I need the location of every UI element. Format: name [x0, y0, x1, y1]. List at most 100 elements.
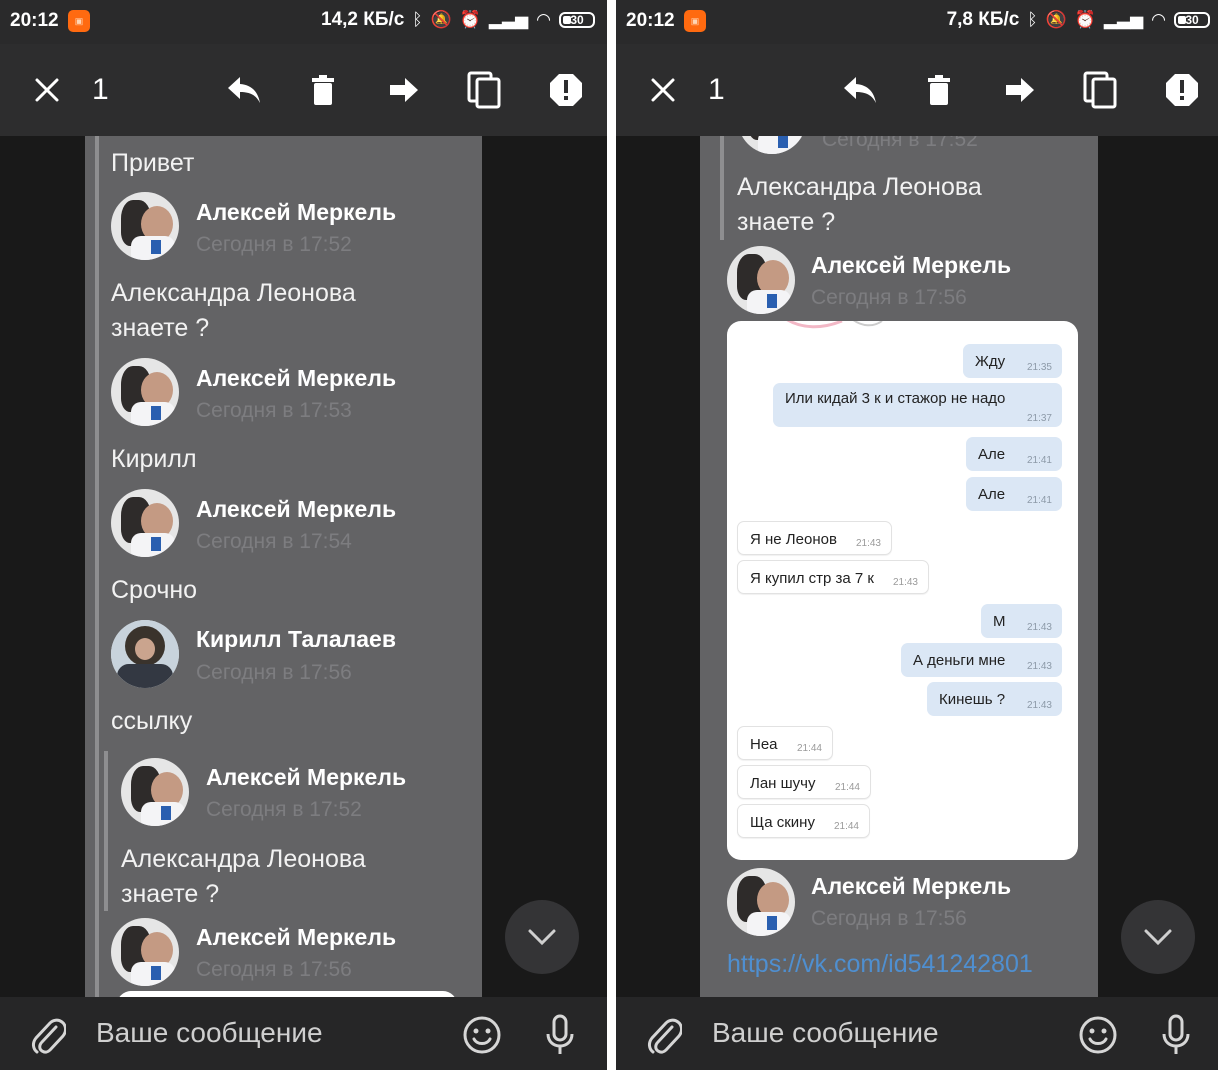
author-name[interactable]: Алексей Меркель	[196, 199, 396, 226]
phone-screen-right: 20:12 ▣ 7,8 КБ/с ᛒ 🔕 ⏰ ▂▃▅ ◠ 30 1 Сегодн…	[616, 0, 1218, 1070]
forward-icon[interactable]	[386, 70, 422, 110]
outgoing-bubble: Але 21:41	[966, 477, 1062, 511]
network-speed: 14,2 КБ/с	[321, 9, 405, 30]
avatar[interactable]	[121, 758, 189, 826]
author-name[interactable]: Алексей Меркель	[196, 924, 396, 951]
avatar[interactable]	[727, 246, 795, 314]
signal-icon: ▂▃▅	[488, 10, 529, 29]
close-icon[interactable]	[30, 70, 64, 110]
message-text-line1: Александра Леонова	[737, 173, 982, 201]
avatar[interactable]	[111, 620, 179, 688]
report-icon[interactable]	[548, 70, 584, 110]
delete-icon[interactable]	[306, 70, 340, 110]
microphone-icon[interactable]	[540, 1014, 580, 1055]
bubble-text: Але	[978, 486, 1006, 503]
outgoing-bubble: Але 21:41	[966, 437, 1062, 471]
message-input[interactable]: Ваше сообщение	[712, 1017, 939, 1049]
message-date: Сегодня в 17:52	[206, 798, 362, 821]
battery-icon: 30	[559, 12, 595, 28]
selection-toolbar: 1	[0, 44, 607, 136]
delete-icon[interactable]	[922, 70, 956, 110]
microphone-icon[interactable]	[1156, 1014, 1196, 1055]
selected-count: 1	[708, 73, 725, 106]
bubble-text: Я не Леонов	[750, 531, 837, 548]
copy-icon[interactable]	[1082, 70, 1118, 110]
author-name[interactable]: Алексей Меркель	[811, 873, 1011, 900]
incoming-bubble: Ща скину 21:44	[737, 804, 870, 838]
author-name[interactable]: Алексей Меркель	[196, 496, 396, 523]
outgoing-bubble: Или кидай 3 к и стажор не надо 21:37	[773, 383, 1062, 427]
attach-icon[interactable]	[644, 1015, 684, 1055]
avatar[interactable]	[111, 192, 179, 260]
message-date: Сегодня в 17:52	[196, 233, 352, 256]
reply-icon[interactable]	[840, 70, 880, 110]
author-name[interactable]: Кирилл Талалаев	[196, 626, 396, 653]
message-date: Сегодня в 17:53	[196, 399, 352, 422]
bubble-text: М	[993, 613, 1006, 630]
profile-link[interactable]: https://vk.com/id541242801	[727, 950, 1033, 979]
bubble-text: Жду	[975, 353, 1006, 370]
message-input[interactable]: Ваше сообщение	[96, 1017, 323, 1049]
report-icon[interactable]	[1164, 70, 1200, 110]
message-date: Сегодня в 17:56	[196, 958, 352, 981]
forwarded-messages-card[interactable]: Сегодня в 17:52 Александра Леонова знает…	[700, 136, 1098, 997]
bubble-text: Или кидай 3 к и стажор не надо	[785, 390, 1006, 407]
avatar[interactable]	[111, 358, 179, 426]
reply-icon[interactable]	[224, 70, 264, 110]
message-input-bar: Ваше сообщение	[0, 997, 607, 1070]
wifi-icon: ◠	[536, 10, 551, 29]
forward-icon[interactable]	[1002, 70, 1038, 110]
bluetooth-icon: ᛒ	[1027, 10, 1038, 29]
bubble-time: 21:44	[834, 782, 860, 793]
message-list[interactable]: Привет Алексей Меркель Сегодня в 17:52 А…	[0, 136, 607, 997]
bubble-text: Я купил стр за 7 к	[750, 570, 874, 587]
message-date: Сегодня в 17:56	[811, 286, 967, 309]
bubble-text: Але	[978, 446, 1006, 463]
bubble-text: Лан шучу	[750, 775, 816, 792]
wifi-icon: ◠	[1151, 10, 1166, 29]
message-text-line2: знаете ?	[111, 314, 210, 342]
bubble-text: Ща скину	[750, 814, 815, 831]
bubble-time: 21:44	[796, 743, 822, 754]
avatar[interactable]	[111, 918, 179, 986]
message-text-line2: знаете ?	[121, 880, 220, 908]
scroll-down-button[interactable]	[505, 900, 579, 974]
message-text: ссылку	[111, 707, 193, 735]
avatar[interactable]	[111, 489, 179, 557]
phone-screen-left: 20:12 ▣ 14,2 КБ/с ᛒ 🔕 ⏰ ▂▃▅ ◠ 30 1 Приве…	[0, 0, 607, 1070]
bubble-time: 21:43	[855, 538, 881, 549]
attached-screenshot[interactable]: Жду 21:35 Или кидай 3 к и стажор не надо 21…	[727, 321, 1078, 860]
nested-quote-bar	[104, 751, 108, 911]
signal-icon: ▂▃▅	[1103, 10, 1144, 29]
outgoing-bubble: М 21:43	[981, 604, 1062, 638]
message-list[interactable]: Сегодня в 17:52 Александра Леонова знает…	[616, 136, 1218, 997]
message-date: Сегодня в 17:52	[822, 136, 978, 151]
bubble-time: 21:37	[1026, 413, 1052, 424]
status-time: 20:12	[10, 10, 59, 31]
selected-count: 1	[92, 73, 109, 106]
attach-icon[interactable]	[28, 1015, 68, 1055]
message-text-line1: Александра Леонова	[121, 845, 366, 873]
message-text: Привет	[111, 149, 195, 177]
selection-toolbar: 1	[616, 44, 1218, 136]
close-icon[interactable]	[646, 70, 680, 110]
alarm-icon: ⏰	[1074, 10, 1096, 29]
avatar[interactable]	[738, 136, 806, 154]
bubble-time: 21:41	[1026, 495, 1052, 506]
network-speed: 7,8 КБ/с	[946, 9, 1020, 30]
emoji-icon[interactable]	[1078, 1015, 1118, 1055]
copy-icon[interactable]	[466, 70, 502, 110]
forwarded-messages-card[interactable]: Привет Алексей Меркель Сегодня в 17:52 А…	[85, 136, 482, 997]
author-name[interactable]: Алексей Меркель	[196, 365, 396, 392]
emoji-icon[interactable]	[462, 1015, 502, 1055]
incoming-bubble: Лан шучу 21:44	[737, 765, 871, 799]
bubble-text: Кинешь ?	[939, 691, 1006, 708]
author-name[interactable]: Алексей Меркель	[206, 764, 406, 791]
bell-muted-icon: 🔕	[1045, 10, 1067, 29]
author-name[interactable]: Алексей Меркель	[811, 252, 1011, 279]
scroll-down-button[interactable]	[1121, 900, 1195, 974]
avatar[interactable]	[727, 868, 795, 936]
bubble-time: 21:43	[1026, 661, 1052, 672]
quote-bar	[95, 136, 99, 997]
bluetooth-icon: ᛒ	[412, 10, 423, 29]
